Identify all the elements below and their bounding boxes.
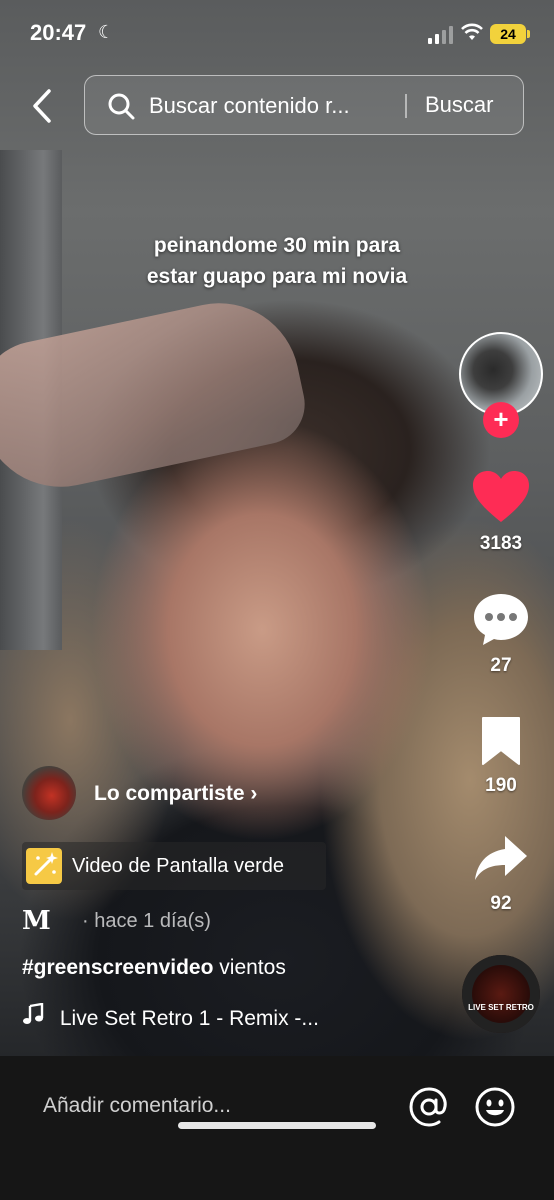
post-date: · hace 1 día(s) [82, 910, 211, 932]
sound-row[interactable]: Live Set Retro 1 - Remix -... [22, 1002, 319, 1031]
effect-chip[interactable]: Video de Pantalla verde [22, 842, 326, 890]
comment-button[interactable]: 27 [456, 592, 546, 677]
save-button[interactable]: 190 [456, 716, 546, 797]
sparkle-icon [34, 852, 58, 876]
follow-button[interactable]: + [483, 402, 519, 438]
at-mention-icon[interactable] [408, 1086, 450, 1128]
caption-line: peinandome 30 min para [153, 234, 401, 257]
home-indicator[interactable] [178, 1122, 376, 1129]
description-row: #greenscreenvideo vientos [22, 956, 286, 980]
wifi-icon [461, 23, 483, 40]
back-button[interactable] [22, 84, 62, 128]
shared-label-text: Lo compartiste [94, 782, 245, 805]
bookmark-icon [482, 717, 520, 765]
heart-icon [473, 471, 529, 522]
video-caption: peinandome 30 min para estar guapo para … [0, 230, 554, 292]
emoji-icon[interactable] [474, 1086, 516, 1128]
status-time: 20:47 [30, 20, 87, 45]
moon-icon: ☾ [98, 22, 115, 42]
music-note-icon [22, 1002, 46, 1031]
search-divider [405, 94, 407, 118]
shared-label: Lo compartiste › [94, 782, 257, 806]
username[interactable]: M [22, 906, 51, 936]
signal-icon [428, 26, 453, 44]
effect-label: Video de Pantalla verde [72, 855, 285, 877]
search-icon [108, 93, 135, 120]
comment-count: 27 [490, 655, 512, 676]
search-button[interactable]: Buscar [425, 92, 493, 118]
save-count: 190 [485, 775, 517, 796]
effect-icon [26, 848, 62, 884]
status-bar: 20:47 ☾ 24 [0, 0, 554, 70]
comment-bar: Añadir comentario... [0, 1056, 554, 1200]
chevron-right-icon: › [250, 782, 258, 805]
battery-icon: 24 [490, 24, 526, 44]
search-input[interactable]: Buscar contenido r... [149, 93, 394, 119]
like-count: 3183 [479, 533, 523, 554]
like-button[interactable]: 3183 [456, 470, 546, 555]
hashtag-link[interactable]: #greenscreenvideo [22, 956, 213, 979]
search-bar[interactable]: Buscar contenido r... Buscar [84, 75, 524, 135]
shared-avatar [22, 766, 76, 820]
music-disc[interactable]: LIVE SET RETRO [462, 955, 540, 1033]
caption-line: estar guapo para mi novia [146, 265, 408, 288]
share-button[interactable]: 92 [456, 834, 546, 915]
comment-icon [474, 594, 528, 645]
battery-tip [527, 30, 530, 38]
chevron-left-icon [33, 89, 51, 123]
music-disc-label: LIVE SET RETRO [468, 1003, 534, 1012]
share-icon [475, 836, 527, 880]
sound-title: Live Set Retro 1 - Remix -... [59, 1007, 319, 1030]
comment-input[interactable]: Añadir comentario... [43, 1094, 231, 1118]
description-text: vientos [219, 956, 286, 979]
share-count: 92 [490, 893, 512, 914]
